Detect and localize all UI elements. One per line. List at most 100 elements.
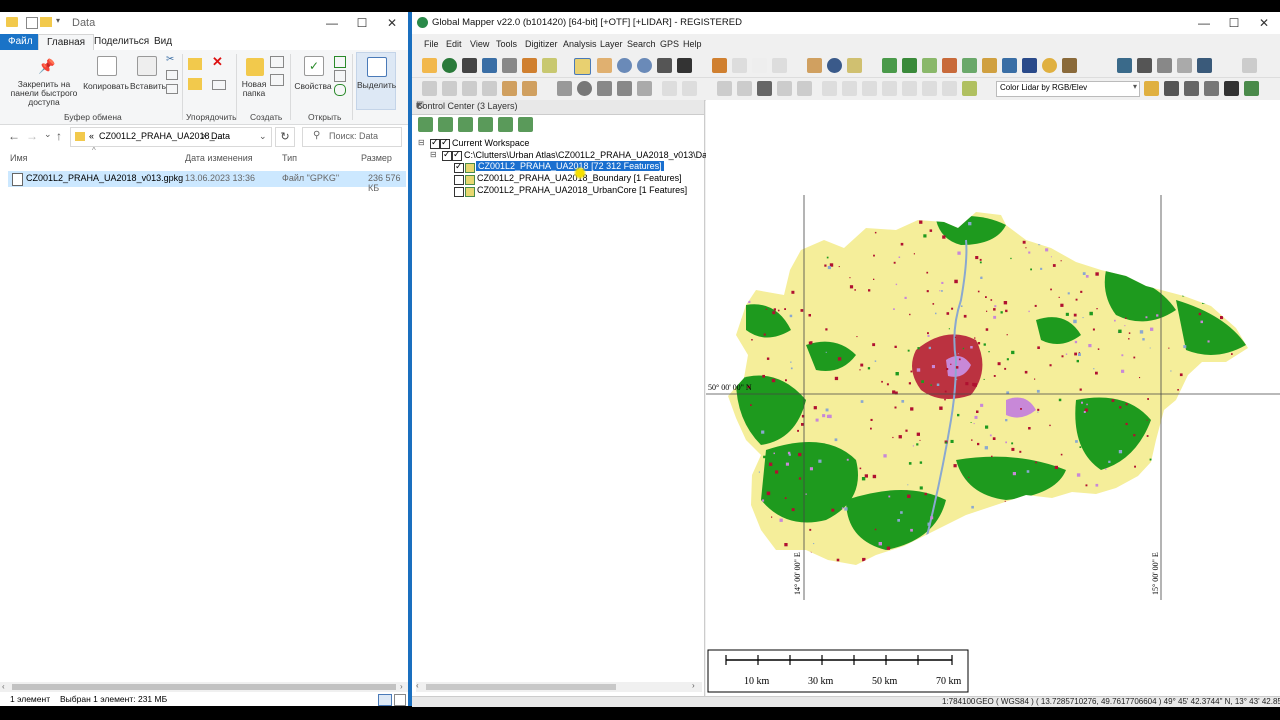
vertex-tool-3-icon[interactable] <box>757 81 772 96</box>
scroll-thumb[interactable] <box>426 684 616 690</box>
properties-quick-icon[interactable] <box>26 17 38 29</box>
rename-icon[interactable] <box>212 80 226 90</box>
layer-1-checkbox[interactable] <box>454 161 464 173</box>
open-icon[interactable] <box>334 56 346 68</box>
line-tool-5-icon[interactable] <box>502 81 517 96</box>
terrain-3-icon[interactable] <box>922 58 937 73</box>
tree-expand-icon[interactable]: ⊟ <box>418 138 425 147</box>
scroll-left-icon[interactable]: ‹ <box>416 681 419 690</box>
terrain-10-icon[interactable] <box>1062 58 1077 73</box>
digitizer-tool-icon[interactable] <box>574 58 591 75</box>
refresh-icon[interactable]: ↻ <box>275 127 295 147</box>
menu-digitizer[interactable]: Digitizer <box>525 39 558 49</box>
vertex-tool-10-icon[interactable] <box>902 81 917 96</box>
paste-button[interactable]: Вставить <box>130 54 166 106</box>
column-size[interactable]: Размер <box>361 153 392 163</box>
vertex-tool-8-icon[interactable] <box>862 81 877 96</box>
lidar-color-dropdown[interactable]: Color Lidar by RGB/Elev ▾ <box>996 81 1140 97</box>
layout-5-icon[interactable] <box>1197 58 1212 73</box>
vertex-tool-7-icon[interactable] <box>842 81 857 96</box>
recent-dropdown-icon[interactable]: ⌄ <box>44 129 52 140</box>
grid-tool-icon[interactable] <box>597 81 612 96</box>
column-name[interactable]: Имя <box>10 153 28 163</box>
minimize-button[interactable]: — <box>318 14 346 32</box>
layout-4-icon[interactable] <box>1177 58 1192 73</box>
vertex-tool-1-icon[interactable] <box>717 81 732 96</box>
lidar-tool-4-icon[interactable] <box>1224 81 1239 96</box>
map-canvas[interactable]: 50° 00' 00" N 14° 00' 00" E 15° 00' 00" … <box>706 100 1280 696</box>
check-tool-icon[interactable] <box>662 81 677 96</box>
column-modified[interactable]: Дата изменения <box>185 153 253 163</box>
tree-expand-icon[interactable]: ⊟ <box>430 150 437 159</box>
move-to-icon[interactable] <box>188 58 202 70</box>
print-icon[interactable] <box>522 58 537 73</box>
menu-view[interactable]: View <box>470 39 489 49</box>
cc-move-down-icon[interactable] <box>498 117 513 132</box>
scroll-left-icon[interactable]: ‹ <box>2 682 5 691</box>
cc-open-icon[interactable] <box>418 117 433 132</box>
back-view-icon[interactable] <box>657 58 672 73</box>
close-button[interactable]: ✕ <box>378 14 406 32</box>
layout-2-icon[interactable] <box>1137 58 1152 73</box>
history-icon[interactable] <box>334 84 346 96</box>
path-tool-icon[interactable] <box>617 81 632 96</box>
layer-3-label[interactable]: CZ001L2_PRAHA_UA2018_UrbanCore [1 Featur… <box>477 185 687 195</box>
export-icon[interactable] <box>482 58 497 73</box>
menu-analysis[interactable]: Analysis <box>563 39 597 49</box>
menu-layer[interactable]: Layer <box>600 39 623 49</box>
tab-file[interactable]: Файл <box>0 34 41 50</box>
layer-3-checkbox[interactable] <box>454 187 464 197</box>
vertex-tool-9-icon[interactable] <box>882 81 897 96</box>
line-tool-6-icon[interactable] <box>522 81 537 96</box>
line-tool-1-icon[interactable] <box>422 81 437 96</box>
ruler-measure-icon[interactable] <box>962 81 977 96</box>
vertex-tool-2-icon[interactable] <box>737 81 752 96</box>
cc-move-up-icon[interactable] <box>478 117 493 132</box>
new-folder-button[interactable]: Новая папка <box>240 54 268 106</box>
circle-tool-icon[interactable] <box>577 81 592 96</box>
copy-button[interactable]: Копировать <box>83 54 129 106</box>
lidar-tool-5-icon[interactable] <box>1244 81 1259 96</box>
terrain-2-icon[interactable] <box>902 58 917 73</box>
ruler-icon[interactable] <box>807 58 822 73</box>
new-item-icon[interactable] <box>270 56 284 68</box>
line-tool-4-icon[interactable] <box>482 81 497 96</box>
vertex-tool-5-icon[interactable] <box>797 81 812 96</box>
path-checkbox[interactable] <box>442 149 452 161</box>
gm-maximize-button[interactable]: ☐ <box>1220 14 1248 32</box>
menu-help[interactable]: Help <box>683 39 702 49</box>
terrain-4-icon[interactable] <box>942 58 957 73</box>
terrain-1-icon[interactable] <box>882 58 897 73</box>
terrain-8-icon[interactable] <box>1022 58 1037 73</box>
scroll-right-icon[interactable]: › <box>400 682 403 691</box>
edit-feature-icon[interactable] <box>772 58 787 73</box>
edit-line-icon[interactable] <box>682 81 697 96</box>
select-feature-icon[interactable] <box>732 58 747 73</box>
properties-button[interactable]: ✓ Свойства <box>294 54 332 106</box>
terrain-6-icon[interactable] <box>982 58 997 73</box>
details-view-icon[interactable] <box>378 694 392 706</box>
back-arrow-icon[interactable]: ← <box>8 129 20 143</box>
menu-file[interactable]: File <box>424 39 439 49</box>
address-bar[interactable]: « CZ001L2_PRAHA_UA2018_... > Data ⌄ <box>70 127 272 147</box>
copy-path-icon[interactable] <box>166 70 178 80</box>
delete-icon[interactable]: ✕ <box>212 54 223 70</box>
pin-button[interactable]: 📌 Закрепить на панели быстрого доступа <box>4 54 84 107</box>
layout-1-icon[interactable] <box>1117 58 1132 73</box>
up-arrow-icon[interactable]: ↑ <box>56 129 62 143</box>
home-view-icon[interactable] <box>677 58 692 73</box>
path-visibility-checkbox[interactable] <box>452 149 462 161</box>
cc-horizontal-scrollbar[interactable]: ‹ › <box>416 681 702 692</box>
menu-search[interactable]: Search <box>627 39 656 49</box>
gm-minimize-button[interactable]: — <box>1190 14 1218 32</box>
gm-close-button[interactable]: ✕ <box>1250 14 1278 32</box>
breadcrumb-current[interactable]: Data <box>211 131 230 141</box>
workspace-checkbox[interactable] <box>430 137 440 149</box>
workspace-visibility-checkbox[interactable] <box>440 137 450 149</box>
paste-shortcut-icon[interactable] <box>166 84 178 94</box>
info-icon[interactable] <box>827 58 842 73</box>
forward-arrow-icon[interactable]: → <box>26 129 38 143</box>
tab-view[interactable]: Вид <box>146 34 180 50</box>
scroll-thumb[interactable] <box>12 684 396 690</box>
large-icons-view-icon[interactable] <box>394 694 406 706</box>
